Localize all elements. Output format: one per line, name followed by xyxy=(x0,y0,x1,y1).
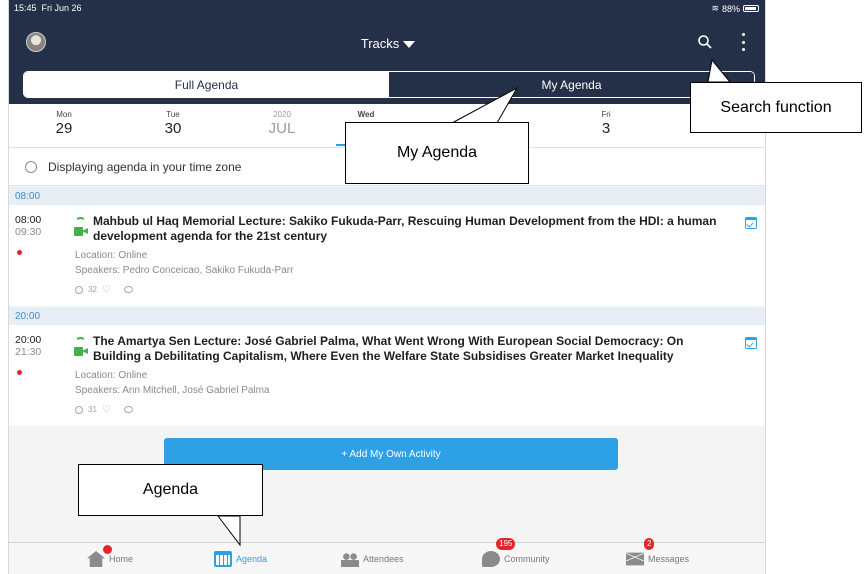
status-time: 15:45 Fri Jun 26 xyxy=(14,3,82,13)
live-dot xyxy=(17,250,22,255)
day-mon[interactable]: Mon 29 xyxy=(34,110,94,137)
stream-icon xyxy=(75,337,86,344)
calendar-check-icon[interactable] xyxy=(745,217,757,229)
notification-dot xyxy=(103,545,112,554)
comment-icon[interactable] xyxy=(123,286,133,293)
event-start-time: 08:00 xyxy=(15,214,42,226)
event-end-time: 09:30 xyxy=(15,226,42,238)
time-slot-header: 08:00 xyxy=(9,187,765,205)
bottom-tab-bar: Home Agenda Attendees 195 Community 2 Me… xyxy=(9,538,765,574)
event-speakers: Speakers: Pedro Conceicao, Sakiko Fukuda… xyxy=(75,265,294,276)
tab-messages[interactable]: 2 Messages xyxy=(626,538,690,574)
heart-icon[interactable]: ♡ xyxy=(102,404,111,415)
event-meta: 31 ♡ xyxy=(75,404,133,415)
tab-label: Home xyxy=(109,554,134,564)
tab-home[interactable]: Home xyxy=(87,543,133,574)
chevron-down-icon xyxy=(403,41,416,49)
tab-label: Messages xyxy=(648,554,690,564)
status-bar: 15:45 Fri Jun 26 ≋ 88% xyxy=(9,0,765,18)
calendar-icon xyxy=(214,551,232,567)
envelope-icon xyxy=(626,552,644,566)
time-slot-header: 20:00 xyxy=(9,307,765,325)
agenda-item[interactable]: 20:00 21:30 The Amartya Sen Lecture: Jos… xyxy=(9,325,765,426)
video-camera-icon xyxy=(74,347,88,356)
chat-bubbles-icon xyxy=(482,551,500,567)
attendee-count: 31 xyxy=(88,405,97,414)
month-label: 2020 JUL xyxy=(268,110,296,137)
tab-community[interactable]: 195 Community xyxy=(482,538,550,574)
video-camera-icon xyxy=(74,227,88,236)
calendar-check-icon[interactable] xyxy=(745,337,757,349)
attendees-icon xyxy=(75,285,83,294)
top-bar: 15:45 Fri Jun 26 ≋ 88% Tracks Full Agend… xyxy=(9,0,765,104)
status-right: ≋ 88% xyxy=(711,3,759,14)
callout-agenda: Agenda xyxy=(78,464,263,516)
day-tue[interactable]: Tue 30 xyxy=(143,110,203,137)
more-vertical-icon[interactable] xyxy=(740,33,746,51)
search-icon[interactable] xyxy=(697,34,713,50)
event-location: Location: Online xyxy=(75,250,148,261)
attendee-count: 32 xyxy=(88,285,97,294)
battery-percent: 88% xyxy=(721,3,740,14)
people-icon xyxy=(341,551,359,567)
tab-label: Community xyxy=(504,554,550,564)
live-dot xyxy=(17,370,22,375)
timezone-text: Displaying agenda in your time zone xyxy=(48,160,242,174)
attendees-icon xyxy=(75,405,83,414)
event-title[interactable]: The Amartya Sen Lecture: José Gabriel Pa… xyxy=(93,334,733,364)
globe-icon xyxy=(25,161,37,173)
day-fri[interactable]: Fri 3 xyxy=(576,110,636,137)
comment-icon[interactable] xyxy=(123,406,133,413)
messages-badge: 2 xyxy=(644,538,655,550)
tracks-dropdown[interactable]: Tracks xyxy=(9,36,765,51)
heart-icon[interactable]: ♡ xyxy=(102,284,111,295)
event-end-time: 21:30 xyxy=(15,346,42,358)
tab-attendees[interactable]: Attendees xyxy=(341,543,404,574)
event-meta: 32 ♡ xyxy=(75,284,133,295)
stream-icon xyxy=(75,217,86,224)
tab-full-agenda[interactable]: Full Agenda xyxy=(24,72,389,97)
page-title: Tracks xyxy=(360,36,400,51)
home-icon xyxy=(87,551,105,567)
tab-label: Attendees xyxy=(363,554,404,564)
event-speakers: Speakers: Ann Mitchell, José Gabriel Pal… xyxy=(75,385,270,396)
event-title[interactable]: Mahbub ul Haq Memorial Lecture: Sakiko F… xyxy=(93,214,733,244)
battery-icon xyxy=(743,5,759,12)
community-badge: 195 xyxy=(496,538,516,550)
tab-agenda[interactable]: Agenda xyxy=(214,543,267,574)
callout-search: Search function xyxy=(690,82,862,133)
event-location: Location: Online xyxy=(75,370,148,381)
agenda-segmented-control: Full Agenda My Agenda xyxy=(23,71,755,98)
callout-my-agenda: My Agenda xyxy=(345,122,529,184)
event-start-time: 20:00 xyxy=(15,334,42,346)
tab-label: Agenda xyxy=(236,554,268,564)
wifi-icon: ≋ xyxy=(711,3,719,13)
agenda-item[interactable]: 08:00 09:30 Mahbub ul Haq Memorial Lectu… xyxy=(9,205,765,306)
